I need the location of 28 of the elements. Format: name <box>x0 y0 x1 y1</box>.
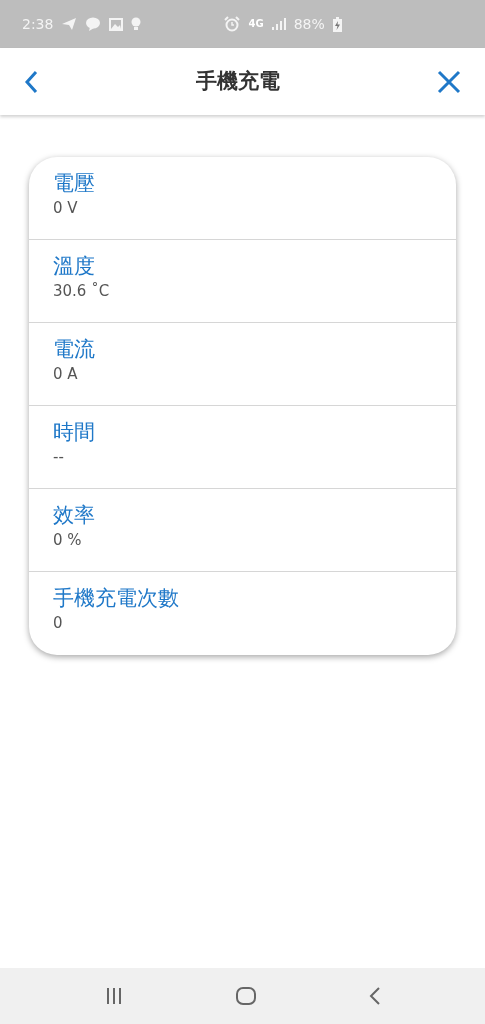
item-label: 手機充電次數 <box>53 585 180 612</box>
item-label: 效率 <box>53 502 96 529</box>
item-value: 0 A <box>53 364 79 385</box>
signal-icon <box>271 18 286 30</box>
back-button[interactable] <box>24 69 38 94</box>
recent-apps-icon[interactable] <box>104 987 123 1005</box>
battery-charging-icon <box>332 16 342 32</box>
chat-icon <box>85 17 102 31</box>
item-value: 0 % <box>53 530 83 551</box>
item-label: 溫度 <box>53 253 96 280</box>
item-label: 電流 <box>53 336 96 363</box>
home-icon[interactable] <box>235 987 256 1005</box>
item-value: -- <box>53 447 65 468</box>
back-nav-icon[interactable] <box>368 987 381 1005</box>
send-icon <box>61 17 78 31</box>
item-label: 時間 <box>53 419 96 446</box>
alarm-icon <box>224 16 241 32</box>
item-value: 0 V <box>53 198 79 219</box>
close-button[interactable] <box>437 69 461 94</box>
item-value: 0 <box>53 613 64 634</box>
page-title: 手機充電 <box>195 67 280 95</box>
item-value: 30.6 ˚C <box>53 281 111 302</box>
back-icon <box>24 69 38 94</box>
item-label: 電壓 <box>53 170 96 197</box>
network-label: 4G <box>248 19 264 29</box>
close-icon <box>437 69 461 94</box>
image-icon <box>109 17 124 31</box>
bulb-icon <box>131 17 142 31</box>
